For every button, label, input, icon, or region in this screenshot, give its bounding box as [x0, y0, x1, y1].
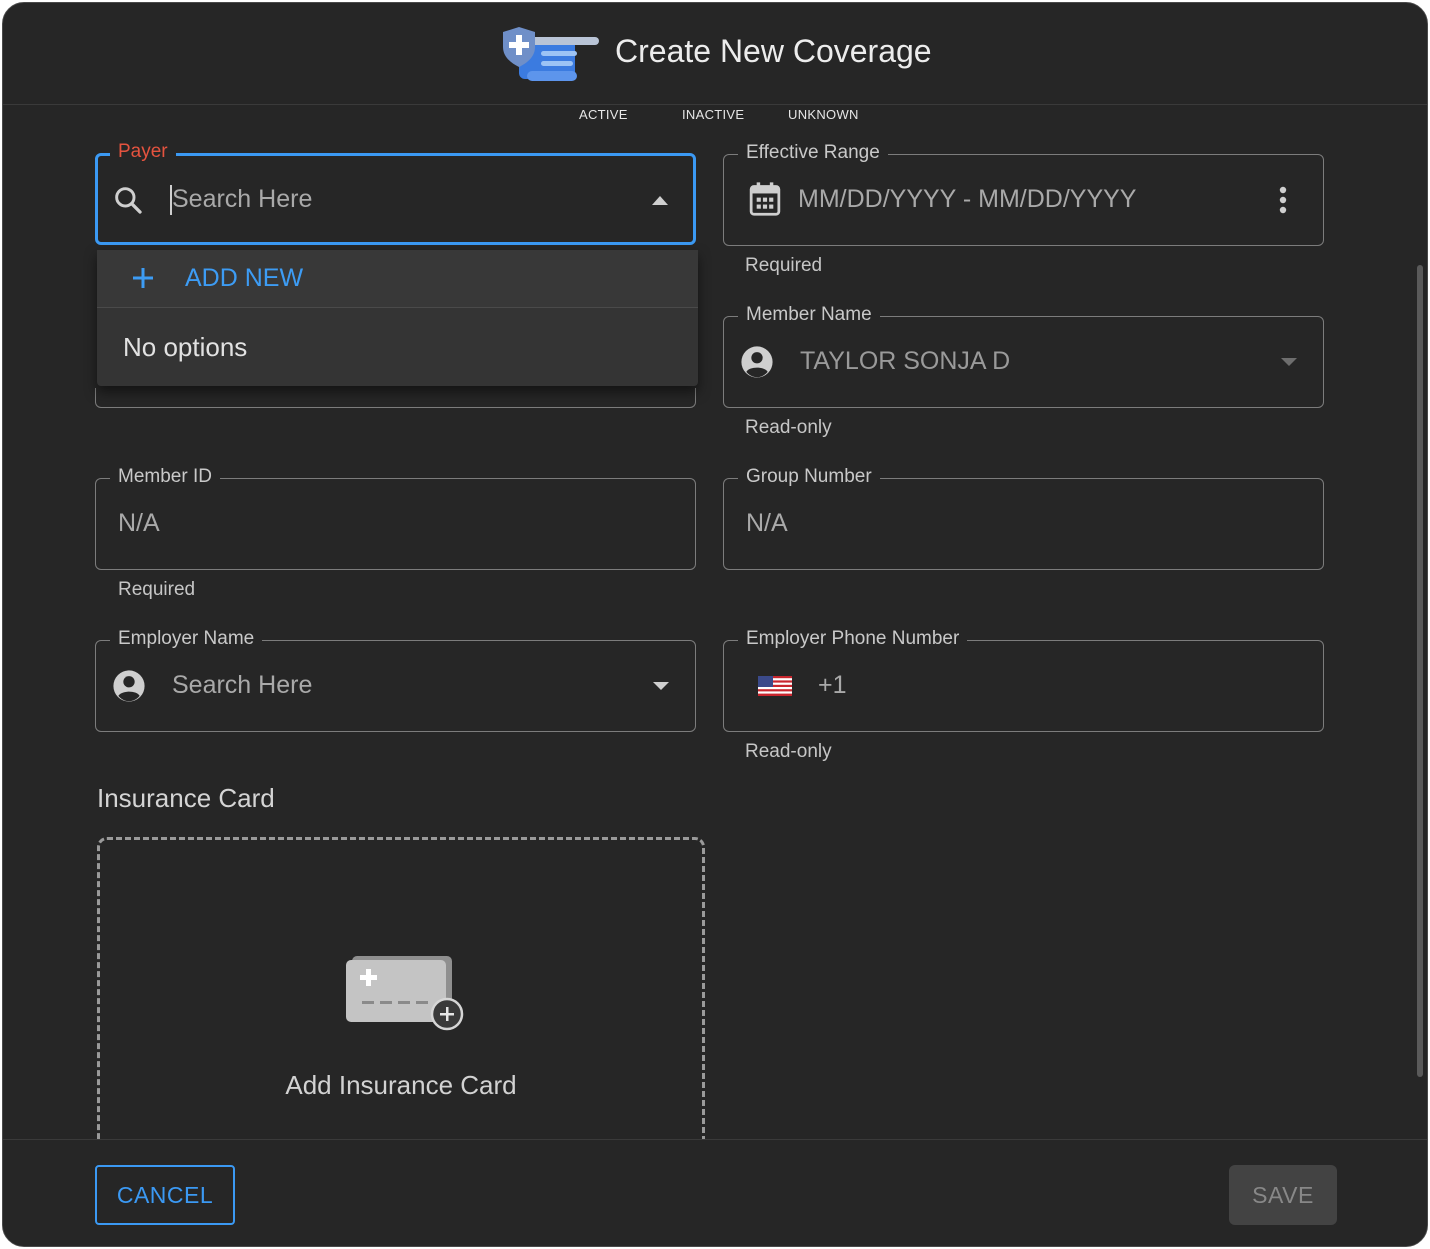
- chevron-down-icon: [1281, 358, 1297, 366]
- search-icon: [115, 187, 142, 214]
- person-avatar-icon: [113, 670, 145, 702]
- effective-range-placeholder: MM/DD/YYYY - MM/DD/YYYY: [798, 185, 1137, 213]
- member-id-placeholder: N/A: [118, 509, 160, 537]
- payer-field-underlay: [95, 388, 696, 408]
- phone-country-code: +1: [818, 671, 847, 699]
- scrollbar[interactable]: [1417, 265, 1423, 1077]
- status-tabs: ACTIVE INACTIVE UNKNOWN: [3, 107, 1427, 129]
- effective-range-field[interactable]: Effective Range MM/DD/YYYY - MM/DD/YYYY: [723, 141, 1324, 246]
- group-number-field[interactable]: Group Number N/A: [723, 465, 1324, 570]
- status-tab-unknown[interactable]: UNKNOWN: [788, 107, 859, 122]
- create-coverage-dialog: Create New Coverage ACTIVE INACTIVE UNKN…: [2, 2, 1428, 1247]
- us-flag-icon[interactable]: [758, 676, 792, 696]
- calendar-icon[interactable]: [748, 181, 782, 217]
- status-tab-active[interactable]: ACTIVE: [579, 107, 628, 122]
- status-tab-inactive[interactable]: INACTIVE: [682, 107, 744, 122]
- member-name-value: TAYLOR SONJA D: [800, 347, 1011, 375]
- add-card-icon: [346, 956, 464, 1031]
- plus-icon: [133, 268, 153, 288]
- cancel-button[interactable]: CANCEL: [95, 1165, 235, 1225]
- member-id-label: Member ID: [110, 465, 220, 489]
- save-button[interactable]: SAVE: [1229, 1165, 1337, 1225]
- insurance-card-upload-area[interactable]: Add Insurance Card: [97, 837, 705, 1177]
- member-name-helper: Read-only: [745, 417, 832, 438]
- effective-range-helper: Required: [745, 255, 823, 276]
- chevron-down-icon[interactable]: [652, 681, 670, 691]
- add-new-label: ADD NEW: [185, 264, 304, 292]
- chevron-up-icon[interactable]: [650, 194, 670, 206]
- payer-label: Payer: [110, 140, 176, 164]
- group-number-label: Group Number: [738, 465, 880, 489]
- payer-dropdown: ADD NEW No options: [97, 250, 698, 386]
- member-id-helper: Required: [118, 579, 196, 600]
- employer-phone-field[interactable]: Employer Phone Number +1: [723, 627, 1324, 732]
- payer-placeholder: Search Here: [172, 185, 313, 213]
- insurance-card-section-title: Insurance Card: [97, 783, 275, 813]
- dialog-footer: CANCEL SAVE: [3, 1139, 1427, 1246]
- employer-phone-helper: Read-only: [745, 741, 832, 762]
- add-insurance-card-label: Add Insurance Card: [285, 1070, 517, 1100]
- no-options-text: No options: [123, 332, 248, 362]
- employer-name-field[interactable]: Employer Name Search Here: [95, 627, 696, 732]
- more-vertical-icon[interactable]: [1278, 185, 1288, 215]
- person-avatar-icon: [741, 346, 773, 378]
- effective-range-label: Effective Range: [738, 141, 888, 165]
- member-name-label: Member Name: [738, 303, 880, 327]
- member-name-field[interactable]: Member Name TAYLOR SONJA D: [723, 303, 1324, 408]
- employer-name-label: Employer Name: [110, 627, 263, 651]
- dialog-title: Create New Coverage: [615, 33, 932, 69]
- member-id-field[interactable]: Member ID N/A: [95, 465, 696, 570]
- add-new-payer-option[interactable]: ADD NEW: [97, 250, 698, 308]
- dialog-header: Create New Coverage: [3, 3, 1427, 105]
- payer-field[interactable]: Payer Search Here: [95, 140, 696, 245]
- employer-name-placeholder: Search Here: [172, 671, 313, 699]
- insurance-card-shield-icon: [503, 27, 599, 81]
- employer-phone-label: Employer Phone Number: [738, 627, 968, 651]
- group-number-placeholder: N/A: [746, 509, 788, 537]
